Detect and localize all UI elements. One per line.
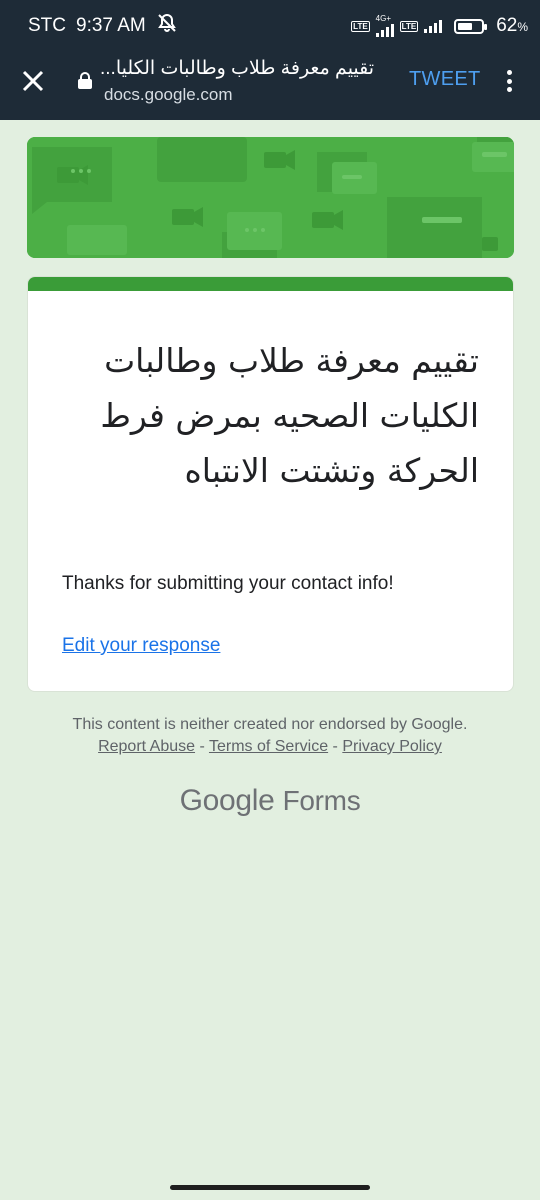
separator: -	[328, 738, 343, 755]
clock: 9:37 AM	[76, 15, 146, 36]
report-abuse-link[interactable]: Report Abuse	[98, 738, 195, 755]
volte-badge-2: LTE	[399, 20, 419, 32]
signal-icon	[375, 23, 394, 37]
battery-percent: 62%	[496, 15, 528, 36]
tweet-button[interactable]: TWEET	[409, 68, 481, 91]
volte-badge: LTE	[351, 20, 370, 32]
google-forms-logo[interactable]: Google Forms	[0, 784, 540, 818]
muted-icon	[156, 13, 178, 39]
browser-toolbar: تقييم معرفة طلاب وطالبات الكليا... docs.…	[0, 52, 540, 120]
form-header-banner	[27, 137, 514, 258]
home-indicator[interactable]	[170, 1185, 370, 1190]
signal-icon-2	[424, 19, 443, 33]
battery-icon	[454, 18, 488, 34]
form-title: تقييم معرفة طلاب وطالبات الكليات الصحيه …	[100, 341, 479, 490]
lock-icon	[76, 72, 94, 90]
disclaimer-text: This content is neither created nor endo…	[72, 716, 468, 733]
page-title: تقييم معرفة طلاب وطالبات الكليا...	[100, 58, 375, 79]
page-url: docs.google.com	[104, 85, 233, 104]
separator: -	[195, 738, 209, 755]
more-vert-icon[interactable]	[498, 66, 520, 96]
carrier: STC	[28, 15, 66, 36]
brand-forms: Forms	[282, 785, 361, 816]
banner-pattern	[27, 137, 514, 258]
brand-google: Google	[179, 784, 275, 817]
edit-response-link[interactable]: Edit your response	[62, 635, 220, 657]
status-bar: STC 9:37 AM LTE 4G+ LTE 62%	[0, 0, 540, 52]
terms-link[interactable]: Terms of Service	[209, 738, 328, 755]
network-type: 4G+	[375, 14, 392, 23]
privacy-link[interactable]: Privacy Policy	[342, 738, 442, 755]
card-accent-bar	[28, 277, 513, 291]
confirmation-message: Thanks for submitting your contact info!	[62, 573, 394, 594]
footer-links: Report Abuse - Terms of Service - Privac…	[0, 736, 540, 758]
response-card: تقييم معرفة طلاب وطالبات الكليات الصحيه …	[27, 276, 514, 692]
close-icon[interactable]	[18, 66, 48, 96]
